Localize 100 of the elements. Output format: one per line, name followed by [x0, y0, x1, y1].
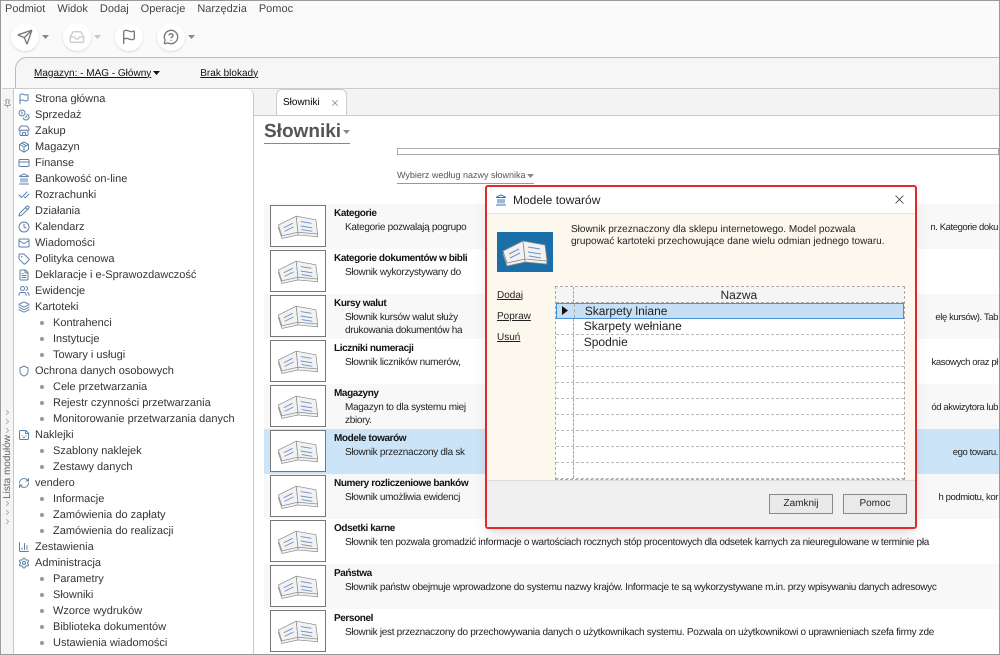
sticker-icon: [18, 429, 30, 441]
module-item[interactable]: Zakup: [35, 122, 66, 140]
module-item[interactable]: Magazyn: [35, 138, 80, 156]
dictionary-title: Kursy walut: [334, 297, 386, 311]
module-item[interactable]: Naklejki: [35, 426, 74, 444]
card-icon: [18, 157, 30, 169]
module-item[interactable]: Działania: [35, 202, 80, 220]
bullet-icon: [40, 385, 44, 389]
tab[interactable]: Słowniki: [276, 89, 347, 115]
current-row-icon: [562, 306, 568, 316]
menu-item[interactable]: Widok: [57, 1, 88, 18]
grid-cell-text: Spodnie: [582, 334, 628, 350]
lock-status-link[interactable]: Brak blokady: [200, 66, 258, 80]
module-item[interactable]: Wiadomości: [35, 234, 95, 252]
module-subitem[interactable]: Instytucje: [53, 330, 100, 348]
module-subitem[interactable]: Towary i usługi: [53, 346, 126, 364]
module-item[interactable]: Bankowość on-line: [35, 170, 128, 188]
module-subitem[interactable]: Zestawy danych: [53, 458, 132, 476]
module-item[interactable]: Kartoteki: [35, 298, 78, 316]
module-item[interactable]: Strona główna: [35, 90, 106, 108]
page-title[interactable]: Słowniki: [264, 121, 350, 144]
caret-icon: [343, 130, 350, 134]
grid-row[interactable]: Skarpety wełniane: [556, 318, 904, 335]
dictionary-description: Magazyn to dla systemu miej: [345, 401, 466, 414]
pin-icon[interactable]: [3, 99, 12, 108]
search-field[interactable]: [397, 148, 999, 155]
module-subitem[interactable]: Cele przetwarzania: [53, 378, 148, 396]
toolbar-button[interactable]: [115, 23, 143, 51]
settings-icon: [18, 557, 30, 569]
module-subitem[interactable]: Monitorowanie przetwarzania danych: [53, 410, 235, 428]
module-subitem[interactable]: Rejestr czynności przetwarzania: [53, 394, 211, 412]
module-subitem[interactable]: Parametry: [53, 570, 104, 588]
action-link[interactable]: Popraw: [497, 308, 555, 324]
menu-item[interactable]: Pomoc: [258, 1, 294, 18]
action-link[interactable]: Usuń: [497, 330, 555, 345]
dictionary-description: drukowania dokumentów ha: [345, 324, 462, 337]
module-subitem[interactable]: Kontrahenci: [53, 314, 112, 332]
grid-row[interactable]: Spodnie: [556, 334, 904, 351]
dialog-button[interactable]: Zamknij: [769, 494, 833, 514]
module-subitem[interactable]: Informacje: [53, 490, 104, 508]
caret-icon: [94, 35, 101, 39]
module-list-strip[interactable]: Lista modułów: [2, 89, 14, 654]
clock-icon: [18, 221, 30, 233]
shield-icon: [18, 365, 30, 377]
store-icon: [18, 125, 30, 137]
module-subitem[interactable]: Zamówienia do realizacji: [53, 522, 174, 540]
flag-icon: [121, 29, 137, 45]
module-item[interactable]: Ewidencje: [35, 282, 86, 300]
filter-link[interactable]: Wybierz według nazwy słownika: [397, 169, 534, 184]
module-item[interactable]: Deklaracje i e-Sprawozdawczość: [35, 266, 196, 284]
caret-icon: [527, 174, 534, 178]
toolbar-button[interactable]: [11, 23, 49, 51]
tag-icon: [18, 253, 30, 265]
dialog-button[interactable]: Pomoc: [843, 494, 907, 514]
menu-item[interactable]: Dodaj: [100, 1, 129, 18]
module-item[interactable]: Finanse: [35, 154, 74, 172]
document-icon: [18, 269, 30, 281]
module-item[interactable]: vendero: [35, 474, 75, 492]
module-subitem[interactable]: Zamówienia do zapłaty: [53, 506, 166, 524]
dictionary-description: ego towaru.: [952, 446, 998, 459]
module-item[interactable]: Ochrona danych osobowych: [35, 362, 174, 380]
toolbar-button[interactable]: [157, 23, 195, 51]
module-subitem[interactable]: Biblioteka dokumentów: [53, 618, 166, 636]
dictionary-description: Słownik liczników numerów,: [345, 356, 461, 369]
module-item[interactable]: Kalendarz: [35, 218, 85, 236]
dictionary-description: Słownik kursów walut służy: [345, 311, 458, 324]
bullet-icon: [40, 593, 44, 597]
module-subitem[interactable]: Ustawienia wiadomości: [53, 634, 168, 652]
module-item[interactable]: Rozrachunki: [35, 186, 96, 204]
coins-icon: [18, 109, 30, 121]
module-subitem[interactable]: Słowniki: [53, 586, 94, 604]
menu-item[interactable]: Podmiot: [5, 1, 46, 18]
dictionary-description: Słownik jest przeznaczony do przechowywania danych o użytkownikach systemu. Pozwala on użytkownikowi o uprawnieniach szefa firmy zde: [345, 626, 934, 639]
module-item[interactable]: Sprzedaż: [35, 106, 82, 124]
dictionary-title: Personel: [334, 612, 374, 626]
action-link[interactable]: Dodaj: [497, 288, 555, 303]
bullet-icon: [40, 401, 44, 405]
bullet-icon: [40, 577, 44, 581]
module-list-label[interactable]: Lista modułów: [1, 435, 15, 499]
checkmarks-icon: [18, 189, 30, 201]
dictionary-row[interactable]: Państwa Słownik państw obejmuje wprowadzone do systemu nazwy krajów. Informacje te są wykorzystywane m.in. przy wpisywaniu danych adresowyc: [264, 564, 999, 609]
bullet-icon: [40, 497, 44, 501]
module-item[interactable]: Zestawienia: [35, 538, 94, 556]
dictionary-title: Odsetki karne: [334, 522, 395, 536]
grid-row[interactable]: Skarpety lniane: [556, 302, 904, 319]
module-subitem[interactable]: Szablony naklejek: [53, 442, 142, 460]
module-item[interactable]: Polityka cenowa: [35, 250, 114, 268]
module-subitem[interactable]: Wzorce wydruków: [53, 602, 142, 620]
bullet-icon: [40, 609, 44, 613]
flag-icon: [18, 93, 30, 105]
bullet-icon: [40, 529, 44, 533]
warehouse-dropdown[interactable]: Magazyn: - MAG - Główny: [34, 66, 160, 80]
menu-item[interactable]: Operacje: [140, 1, 186, 18]
module-item[interactable]: Administracja: [35, 554, 102, 572]
menu-item[interactable]: Narzędzia: [197, 1, 247, 18]
app-logo-icon: [495, 194, 507, 206]
dictionary-title: Numery rozliczeniowe banków: [334, 477, 468, 491]
bar-chart-icon: [18, 541, 30, 553]
users-icon: [18, 285, 30, 297]
caret-icon: [188, 35, 195, 39]
